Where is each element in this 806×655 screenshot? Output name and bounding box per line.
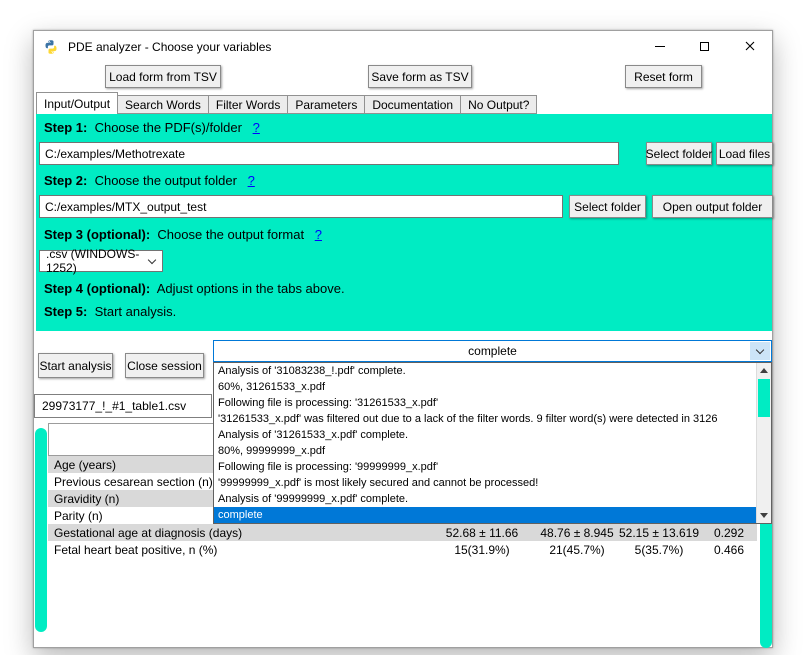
dropdown-item-selected[interactable]: complete [214,507,756,523]
save-form-tsv-button[interactable]: Save form as TSV [368,65,472,88]
caption-buttons [637,31,772,61]
row-cell: 21(45.7%) [537,543,617,557]
output-folder-input[interactable] [39,195,563,218]
step2-help-link[interactable]: ? [248,173,255,188]
left-scrollbar[interactable] [35,428,47,632]
window-title: PDE analyzer - Choose your variables [68,40,271,54]
step3-help-link[interactable]: ? [315,227,322,242]
minimize-icon [655,46,665,47]
step1-label: Step 1: Choose the PDF(s)/folder ? [44,120,260,135]
combobox-dropdown-button[interactable] [750,342,770,360]
pdf-folder-input[interactable] [39,142,619,165]
tab-input-output[interactable]: Input/Output [36,92,118,114]
table-row[interactable]: Gestational age at diagnosis (days) 52.6… [48,524,757,541]
output-format-select[interactable]: .csv (WINDOWS-1252) [39,250,163,272]
tab-search-words[interactable]: Search Words [118,95,209,114]
input-output-panel: Step 1: Choose the PDF(s)/folder ? Selec… [36,114,772,331]
step3-bold: Step 3 (optional): [44,227,150,242]
status-dropdown-list: Analysis of '31083238_!.pdf' complete. 6… [213,362,772,524]
maximize-icon [700,42,709,51]
list-item[interactable]: 29973177_!_#1_table1.csv [42,399,186,413]
minimize-button[interactable] [637,31,682,61]
load-files-button[interactable]: Load files [716,142,773,165]
step1-help-link[interactable]: ? [253,120,260,135]
row-label: Fetal heart beat positive, n (%) [48,543,427,557]
app-window: PDE analyzer - Choose your variables Loa… [33,30,773,648]
open-output-folder-button[interactable]: Open output folder [652,195,773,218]
step2-bold: Step 2: [44,173,87,188]
dropdown-item[interactable]: 60%, 31261533_x.pdf [214,379,756,395]
select-output-folder-button[interactable]: Select folder [569,195,646,218]
arrow-down-icon [760,513,768,518]
row-cell: 0.292 [701,526,757,540]
chevron-down-icon [756,345,764,353]
tab-no-output[interactable]: No Output? [461,95,537,114]
row-cell: 52.15 ± 13.619 [617,526,701,540]
page: { "window": { "title": "PDE analyzer - C… [0,0,806,655]
result-file-list: 29973177_!_#1_table1.csv [34,394,212,418]
dropdown-item[interactable]: Analysis of '31083238_!.pdf' complete. [214,363,756,379]
status-combobox[interactable]: complete [213,340,772,362]
scrollbar-thumb[interactable] [758,379,770,417]
step2-text: Choose the output folder [95,173,237,188]
start-analysis-button[interactable]: Start analysis [38,353,113,378]
step3-text: Choose the output format [157,227,304,242]
dropdown-item[interactable]: '99999999_x.pdf' is most likely secured … [214,475,756,491]
table-header-cell [48,423,214,456]
scroll-down-button[interactable] [757,508,771,523]
step5-bold: Step 5: [44,304,87,319]
python-logo-icon [43,39,59,55]
dropdown-items: Analysis of '31083238_!.pdf' complete. 6… [214,363,756,523]
row-cell: 5(35.7%) [617,543,701,557]
step4-text: Adjust options in the tabs above. [157,281,345,296]
step3-label: Step 3 (optional): Choose the output for… [44,227,322,242]
step2-label: Step 2: Choose the output folder ? [44,173,255,188]
close-button[interactable] [727,31,772,61]
dropdown-item[interactable]: Following file is processing: '31261533_… [214,395,756,411]
step1-text: Choose the PDF(s)/folder [95,120,242,135]
row-cell: 48.76 ± 8.945 [537,526,617,540]
row-cell: 52.68 ± 11.66 [427,526,537,540]
dropdown-scrollbar[interactable] [756,363,771,523]
row-cell: 15(31.9%) [427,543,537,557]
close-session-button[interactable]: Close session [125,353,204,378]
dropdown-item[interactable]: Analysis of '31261533_x.pdf' complete. [214,427,756,443]
maximize-button[interactable] [682,31,727,61]
close-icon [745,41,755,51]
title-bar: PDE analyzer - Choose your variables [34,31,772,62]
tab-parameters[interactable]: Parameters [288,95,365,114]
dropdown-item[interactable]: Following file is processing: '99999999_… [214,459,756,475]
step4-label: Step 4 (optional): Adjust options in the… [44,281,345,296]
output-format-value: .csv (WINDOWS-1252) [46,247,162,275]
step1-bold: Step 1: [44,120,87,135]
table-row[interactable]: Fetal heart beat positive, n (%) 15(31.9… [48,541,757,558]
step4-bold: Step 4 (optional): [44,281,150,296]
dropdown-item[interactable]: '31261533_x.pdf' was filtered out due to… [214,411,756,427]
step5-label: Step 5: Start analysis. [44,304,176,319]
row-cell: 0.466 [701,543,757,557]
status-value: complete [468,344,517,358]
tab-filter-words[interactable]: Filter Words [209,95,288,114]
arrow-up-icon [760,368,768,373]
row-label: Gestational age at diagnosis (days) [48,526,427,540]
scroll-up-button[interactable] [757,363,771,378]
reset-form-button[interactable]: Reset form [625,65,702,88]
select-pdf-folder-button[interactable]: Select folder [646,142,712,165]
dropdown-item[interactable]: 80%, 99999999_x.pdf [214,443,756,459]
tab-bar: Input/Output Search Words Filter Words P… [36,92,537,114]
dropdown-item[interactable]: Analysis of '99999999_x.pdf' complete. [214,491,756,507]
step5-text: Start analysis. [95,304,177,319]
tab-documentation[interactable]: Documentation [365,95,461,114]
load-form-tsv-button[interactable]: Load form from TSV [105,65,221,88]
